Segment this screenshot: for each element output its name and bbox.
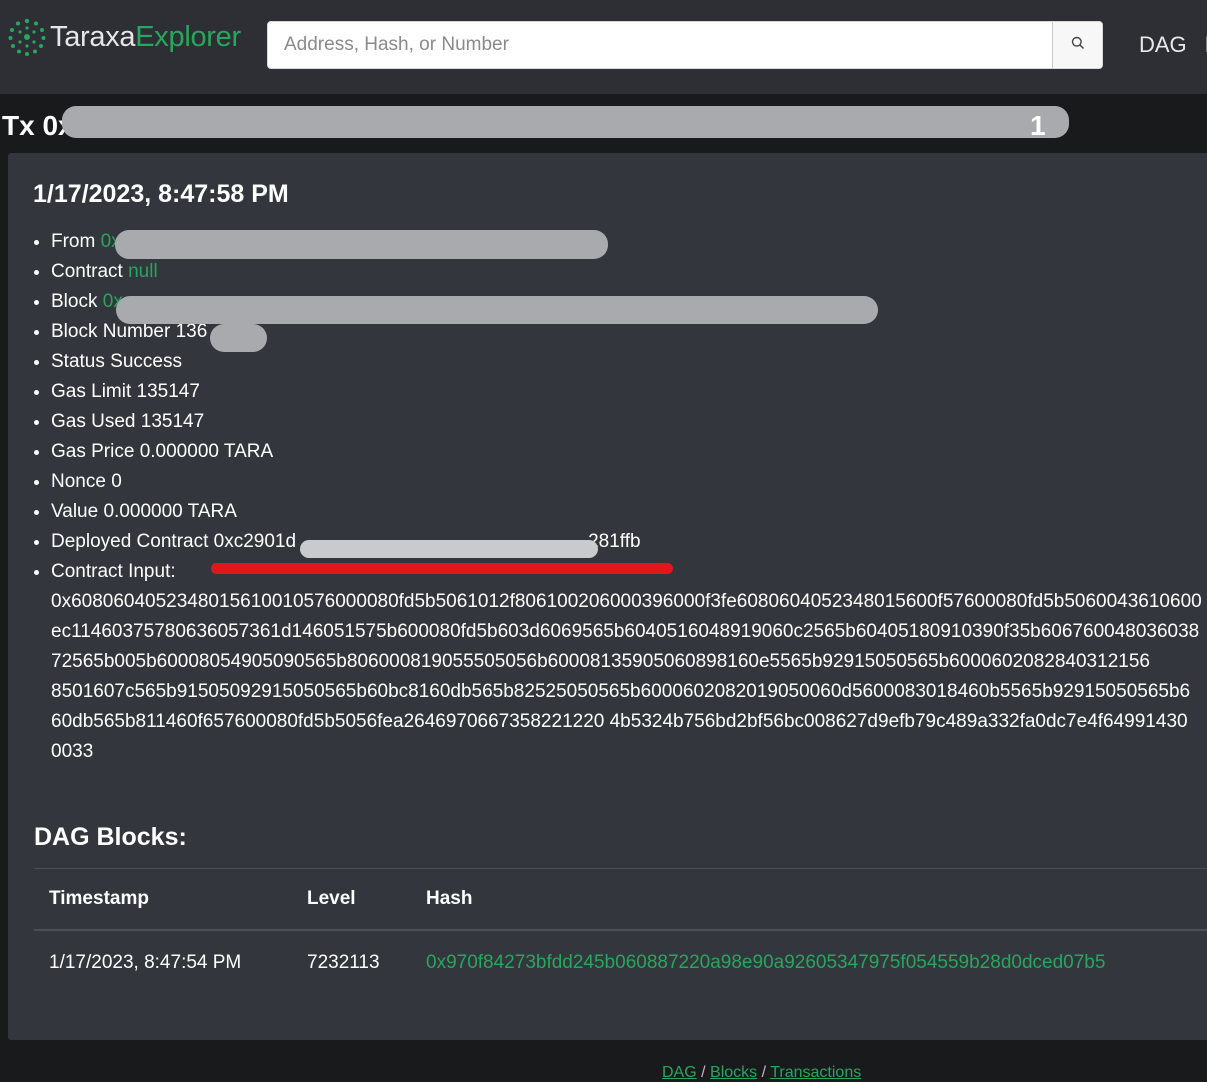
redaction-mark (62, 106, 1069, 138)
detail-label: Status (51, 351, 105, 372)
detail-nonce: Nonce 0 (51, 467, 1207, 497)
detail-label: Gas Price (51, 441, 135, 462)
table-header-row: Timestamp Level Hash (34, 869, 1207, 931)
detail-contract: Contract null (51, 257, 1207, 287)
gas-limit-value: 135147 (136, 381, 200, 402)
footer-link-dag[interactable]: DAG (662, 1064, 697, 1081)
search-icon (1071, 36, 1085, 55)
brand-name-part1: Taraxa (50, 20, 136, 53)
value-value: 0.000000 TARA (103, 501, 237, 522)
detail-gas-used: Gas Used 135147 (51, 407, 1207, 437)
footer-separator: / (761, 1064, 767, 1081)
deployed-contract-prefix: 0xc2901d (213, 531, 297, 552)
contract-value: null (128, 261, 158, 282)
row-level: 7232113 (307, 952, 380, 973)
column-header-level: Level (307, 888, 356, 909)
detail-gas-price: Gas Price 0.000000 TARA (51, 437, 1207, 467)
nav-link-dag[interactable]: DAG (1139, 32, 1187, 58)
table-row: 1/17/2023, 8:47:54 PM 7232113 0x970f8427… (34, 931, 1207, 997)
hex-line: 72565b005b60008054905090565b806000819055… (51, 651, 1150, 672)
detail-value: Value 0.000000 TARA (51, 497, 1207, 527)
status-value: Success (110, 351, 182, 372)
detail-label: Contract Input: (51, 561, 176, 582)
detail-label: Gas Used (51, 411, 136, 432)
taraxa-logo-icon (8, 18, 46, 56)
search-button[interactable] (1052, 22, 1102, 68)
detail-deployed-contract: Deployed Contract 0xc2901d281ffb (51, 527, 1207, 557)
redaction-mark (116, 296, 878, 324)
search-input[interactable] (268, 22, 1052, 68)
hex-line: 60db565b811460f657600080fd5b5056fea26469… (51, 711, 1188, 732)
hex-line: 8501607c565b91505092915050565b60bc8160db… (51, 681, 1191, 702)
detail-label: Gas Limit (51, 381, 132, 402)
footer-link-blocks[interactable]: Blocks (710, 1064, 757, 1081)
detail-gas-limit: Gas Limit 135147 (51, 377, 1207, 407)
nonce-value: 0 (111, 471, 122, 492)
search-bar (267, 21, 1103, 69)
redaction-mark (210, 324, 267, 352)
brand-name: TaraxaExplorer (50, 20, 241, 53)
detail-label: Block Number (51, 321, 171, 342)
footer-links: DAG / Blocks / Transactions (662, 1064, 861, 1082)
gas-used-value: 135147 (140, 411, 205, 432)
detail-label: Contract (51, 261, 123, 282)
detail-label: Nonce (51, 471, 106, 492)
dag-block-hash-link[interactable]: 0x970f84273bfdd245b060887220a98e90a92605… (426, 952, 1105, 974)
gas-price-value: 0.000000 TARA (139, 441, 274, 462)
brand-name-part2: Explorer (135, 20, 241, 53)
dag-blocks-table: Timestamp Level Hash 1/17/2023, 8:47:54 … (34, 868, 1207, 997)
redaction-mark (115, 230, 608, 259)
footer-separator: / (701, 1064, 706, 1081)
block-number-value: 136 (175, 321, 208, 342)
contract-input-hex: 0x6080604052348015610010576000080fd5b506… (51, 587, 1207, 767)
detail-contract-input: Contract Input: 0x6080604052348015610010… (51, 557, 1207, 767)
detail-label: Value (51, 501, 99, 522)
redaction-mark (300, 540, 598, 558)
hex-line: ec11460375780636057361d146051575b600080f… (51, 621, 1200, 642)
annotation-underline (211, 563, 673, 574)
footer-link-transactions[interactable]: Transactions (770, 1064, 861, 1081)
column-header-timestamp: Timestamp (49, 888, 149, 909)
detail-label: Block (51, 291, 98, 312)
column-header-hash: Hash (426, 888, 473, 909)
dag-blocks-heading: DAG Blocks: (34, 823, 187, 851)
tx-title-suffix: 1 (1030, 110, 1046, 141)
detail-label: From (51, 231, 96, 252)
tx-date: 1/17/2023, 8:47:58 PM (33, 180, 289, 208)
row-timestamp: 1/17/2023, 8:47:54 PM (49, 952, 242, 973)
detail-label: Deployed Contract (51, 531, 209, 552)
hex-line: 0x6080604052348015610010576000080fd5b506… (51, 591, 1202, 612)
nav-links: DAG B (1139, 32, 1207, 58)
brand-logo[interactable]: TaraxaExplorer (8, 16, 241, 58)
navbar: TaraxaExplorer DAG B (0, 0, 1207, 94)
hex-line: 0033 (51, 741, 94, 762)
